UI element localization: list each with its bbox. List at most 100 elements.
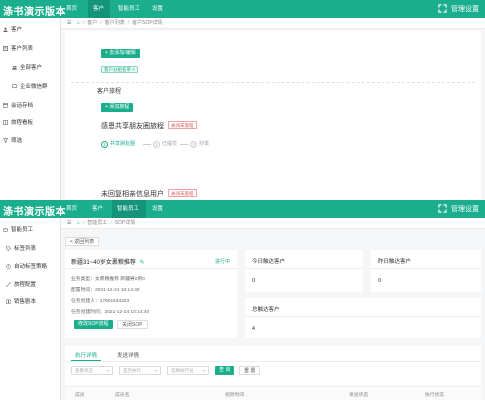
sidebar-label: 全部客户 — [20, 65, 43, 71]
sidebar-item-smart-staff[interactable]: 智能员工 — [3, 225, 33, 233]
manage-settings-link[interactable]: 管理设置 — [451, 4, 479, 14]
chevron-down-icon: ▾ — [202, 368, 205, 373]
sidebar-item-tag-list[interactable]: 标签列表 — [6, 244, 36, 252]
step-connector — [180, 144, 188, 145]
nav-smart-staff[interactable]: 智能员工 — [118, 0, 146, 18]
reset-button[interactable]: 重 置 — [239, 366, 261, 375]
edit-sop-flow-button[interactable]: 修改SOP流程 — [74, 320, 113, 329]
back-to-list-button[interactable]: < 返回列表 — [65, 237, 100, 246]
journey-icon — [6, 282, 11, 287]
section-divider — [71, 82, 475, 83]
nav-customers[interactable]: 客户 — [88, 0, 110, 18]
sop-field-business-type: 业务类型：女裹粮推荐 新疆男0到0 — [71, 277, 145, 282]
fullscreen-icon[interactable] — [438, 4, 447, 13]
stat-card-today: 今日触达客户 0 — [245, 250, 363, 292]
sop-config-card: + 去添加/编辑 客户分组名单 × 客户旅程 + 添加旅程 感恩共享朋友圈旅程关… — [65, 31, 481, 200]
sidebar-item-journey-board[interactable]: 旅程看板 — [3, 118, 33, 126]
sidebar-item-journey-config[interactable]: 旅程配置 — [6, 280, 36, 288]
journey-title: 感恩共享朋友圈旅程 关闭未旅程 — [101, 121, 197, 131]
filter-icon — [3, 138, 8, 143]
sidebar-label: 客户 — [11, 27, 23, 33]
table-header: 成员 成员名 规则时间 发送状态 执行状态 — [65, 386, 481, 400]
selected-tag-chip[interactable]: 客户分组名单 × — [101, 66, 138, 73]
sidebar: 客户 客户列表 全部客户 企业微信群 会话存档 旅程看板 筛选 — [0, 18, 61, 200]
menu-toggle-icon[interactable]: ☰ — [67, 20, 71, 26]
breadcrumb-item[interactable]: 客户列表 — [105, 20, 125, 26]
sidebar-label: 旅程配置 — [14, 282, 37, 288]
robot-icon — [3, 227, 8, 232]
journey-step-1[interactable]: 1 共享朋友圈 — [101, 140, 135, 148]
executor-select[interactable]: 选择执行员 ▾ — [167, 366, 209, 375]
journey2-title: 未回复相亲信息用户 关闭未旅程 — [101, 189, 197, 199]
nav-settings[interactable]: 设置 — [152, 0, 168, 18]
chevron-down-icon: ▾ — [106, 368, 109, 373]
sidebar-item-filter[interactable]: 筛选 — [3, 136, 22, 144]
brand-title: 涤书演示版本 — [3, 7, 66, 18]
breadcrumb: ☰ ⌂ / 客户 / 客户列表 / 客户SOP详情 — [61, 18, 485, 29]
sidebar-label: 旅程看板 — [11, 120, 34, 126]
sop-field-config-time: 配置时间：2021-12-24 10:14:40 — [71, 288, 140, 293]
column-header: 成员 — [75, 393, 85, 398]
main-content: ☰ ⌂ / 智能员工 / SOP详情 < 返回列表 新疆31~40岁女裹粮推荐 ✎ 进行… — [61, 218, 485, 400]
executed-select[interactable]: 是否执行 ▾ — [119, 366, 161, 375]
edit-icon[interactable]: ✎ — [140, 260, 145, 266]
top-navbar: 涤书演示版本 首页 客户 智能员工 设置 管理设置 — [0, 200, 485, 218]
breadcrumb-item[interactable]: 智能员工 — [87, 220, 107, 226]
sop-title: 新疆31~40岁女裹粮推荐 ✎ — [71, 257, 145, 266]
add-journey-button[interactable]: + 添加旅程 — [101, 103, 134, 112]
sidebar-label: 企业微信群 — [20, 84, 48, 90]
nav-smart-staff[interactable]: 智能员工 — [112, 200, 146, 218]
breadcrumb-item[interactable]: 客户 — [87, 20, 97, 26]
close-sop-button[interactable]: 关闭SOP — [117, 320, 148, 329]
select-placeholder: 选择执行员 — [171, 368, 194, 373]
journey-step-2[interactable]: 2 已提交 — [153, 140, 177, 148]
sidebar-label: 客户列表 — [11, 46, 34, 52]
nav-settings[interactable]: 设置 — [152, 200, 168, 218]
sidebar-item-all-customers[interactable]: 全部客户 — [12, 63, 42, 71]
stat-value: 0 — [252, 278, 256, 284]
sop-info-card: 新疆31~40岁女裹粮推荐 ✎ 进行中 业务类型：女裹粮推荐 新疆男0到0 配置… — [65, 250, 237, 338]
sidebar: 智能员工 标签列表 自动标签策略 旅程配置 销售剧本 — [0, 218, 61, 400]
nav-customers[interactable]: 客户 — [92, 200, 108, 218]
nav-home[interactable]: 首页 — [66, 0, 82, 18]
sidebar-item-sales-script[interactable]: 销售剧本 — [6, 297, 36, 305]
tab-execution-details[interactable]: 执行详情 — [75, 351, 97, 359]
breadcrumb: ☰ ⌂ / 智能员工 / SOP详情 — [61, 218, 485, 229]
card-divider — [65, 268, 237, 269]
list-icon — [3, 46, 8, 51]
sidebar-item-customer-list[interactable]: 客户列表 — [3, 44, 33, 52]
customer-sop-panel: 涤书演示版本 首页 客户 智能员工 设置 管理设置 客户 客户列表 全部客户 企… — [0, 0, 485, 200]
stat-value: 0 — [378, 278, 382, 284]
chat-icon — [12, 84, 17, 89]
sidebar-item-session-archive[interactable]: 会话存档 — [3, 101, 33, 109]
menu-toggle-icon[interactable]: ☰ — [67, 220, 71, 226]
tab-send-details[interactable]: 发送详情 — [117, 351, 139, 359]
home-icon[interactable]: ⌂ — [77, 220, 80, 226]
journey-title-text: 感恩共享朋友圈旅程 — [101, 123, 164, 130]
sop-field-creator: 任务创建人：17601534323 — [71, 299, 130, 304]
sidebar-label: 标签列表 — [14, 246, 37, 252]
fullscreen-icon[interactable] — [438, 204, 447, 213]
step-label: 已提交 — [162, 141, 178, 147]
stat-label: 昨日触达客户 — [378, 259, 412, 265]
journey-section-heading: 客户旅程 — [97, 89, 122, 95]
nav-home[interactable]: 首页 — [66, 200, 82, 218]
group-icon — [12, 65, 17, 70]
home-icon[interactable]: ⌂ — [77, 20, 80, 26]
journey-step-3[interactable]: 3 抄单 — [190, 140, 209, 148]
sop-field-created-time: 任务创建时间：2021-12-24 10:14:40 — [71, 310, 150, 315]
step-connector — [143, 144, 151, 145]
view-status-select[interactable]: 查看状态 ▾ — [71, 366, 113, 375]
sidebar-item-auto-tag-strategy[interactable]: 自动标签策略 — [6, 262, 47, 270]
add-edit-tag-button[interactable]: + 去添加/编辑 — [101, 49, 140, 58]
sidebar-label: 智能员工 — [11, 227, 34, 233]
column-header: 执行状态 — [425, 393, 445, 398]
manage-settings-link[interactable]: 管理设置 — [451, 204, 479, 214]
search-button[interactable]: 查 询 — [215, 366, 235, 375]
select-placeholder: 查看状态 — [75, 368, 93, 373]
sidebar-item-wechat-groups[interactable]: 企业微信群 — [12, 82, 48, 90]
sop-status: 进行中 — [215, 259, 231, 265]
sidebar-item-customer[interactable]: 客户 — [3, 25, 22, 33]
journey2-status-badge: 关闭未旅程 — [168, 189, 197, 197]
stat-label: 今日触达客户 — [252, 259, 286, 265]
